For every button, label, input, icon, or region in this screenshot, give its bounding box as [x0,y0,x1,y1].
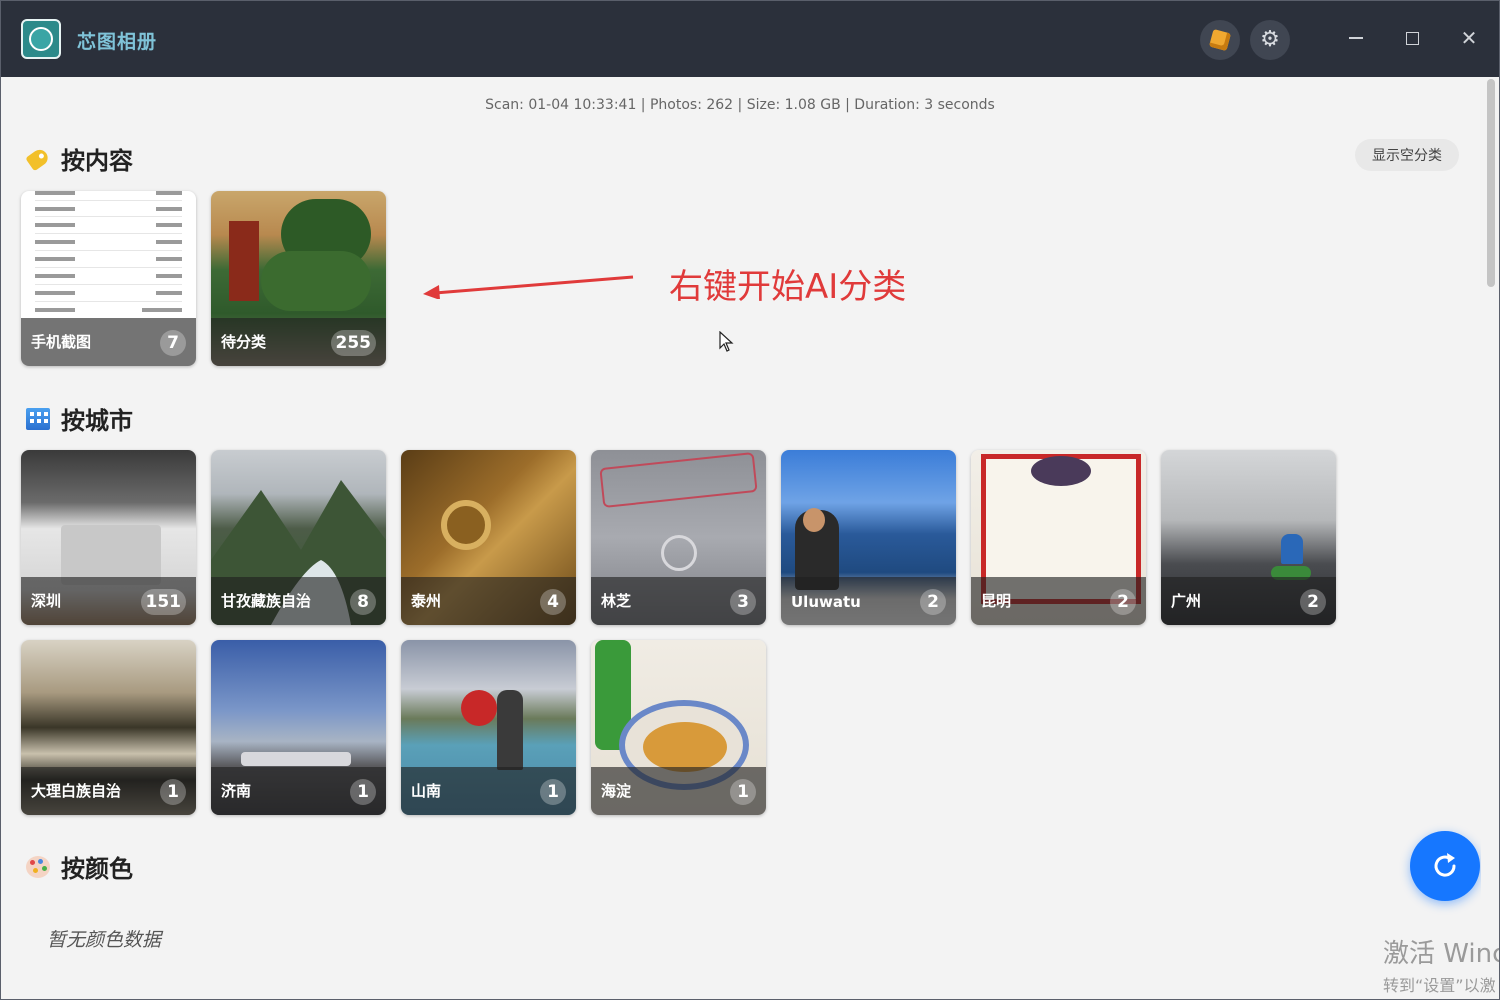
city-tile-ganzi[interactable]: 甘孜藏族自治 8 [211,450,386,625]
tile-name: 广州 [1171,592,1202,610]
mouse-cursor-icon [719,331,734,352]
city-tile-guangzhou[interactable]: 广州 2 [1161,450,1336,625]
tile-count: 1 [540,779,566,805]
app-window: 芯图相册 ⚙ ✕ Scan: 01-04 10:33:41 | Photos: … [0,0,1500,1000]
annotation-arrow [423,275,634,299]
section-color-title: 按颜色 [25,849,133,884]
tile-name: 昆明 [981,592,1012,610]
tile-name: 济南 [221,782,252,800]
settings-button[interactable]: ⚙ [1250,20,1290,60]
tile-name: 山南 [411,782,442,800]
tile-name: 甘孜藏族自治 [221,592,312,610]
city-tile-jinan[interactable]: 济南 1 [211,640,386,815]
section-color-label: 按颜色 [61,855,133,883]
tile-name: 海淀 [601,782,632,800]
city-icon [26,407,50,430]
refresh-icon [1434,853,1456,877]
show-empty-categories-button[interactable]: 显示空分类 [1355,139,1459,171]
tile-count: 4 [540,589,566,615]
tile-count: 2 [1110,589,1136,615]
tile-count: 3 [730,589,756,615]
scan-info: Scan: 01-04 10:33:41 | Photos: 262 | Siz… [485,97,995,113]
palette-icon [26,855,50,878]
package-button[interactable] [1200,20,1240,60]
close-button[interactable]: ✕ [1454,23,1484,53]
tile-count: 255 [330,330,376,356]
city-tile-linzhi[interactable]: 林芝 3 [591,450,766,625]
tile-count: 1 [350,779,376,805]
tile-count: 7 [160,330,186,356]
annotation-text: 右键开始AI分类 [669,267,907,307]
tile-count: 2 [920,589,946,615]
section-city-title: 按城市 [25,401,133,436]
refresh-button[interactable] [1410,831,1480,901]
city-tile-shannan[interactable]: 山南 1 [401,640,576,815]
minimize-button[interactable] [1341,23,1371,53]
gear-icon: ⚙ [1260,27,1280,52]
title-bar[interactable]: 芯图相册 ⚙ ✕ [1,1,1499,77]
content-tile-screenshot[interactable]: 手机截图 7 [21,191,196,366]
tile-name: 泰州 [411,592,442,610]
scrollbar-thumb[interactable] [1487,79,1495,287]
city-tile-taizhou[interactable]: 泰州 4 [401,450,576,625]
tile-count: 151 [140,589,186,615]
section-content-title: 按内容 [25,141,133,176]
city-tile-uluwatu[interactable]: Uluwatu 2 [781,450,956,625]
content-tile-unclassified[interactable]: 待分类 255 [211,191,386,366]
minimize-icon [1349,37,1363,39]
city-tile-dali[interactable]: 大理白族自治 1 [21,640,196,815]
maximize-button[interactable] [1397,23,1427,53]
tile-count: 1 [160,779,186,805]
app-title: 芯图相册 [77,31,158,53]
section-city-label: 按城市 [61,407,133,435]
tile-name: Uluwatu [791,593,861,611]
tile-name: 手机截图 [31,333,92,351]
empty-color-message: 暂无颜色数据 [47,929,162,951]
tile-count: 1 [730,779,756,805]
tag-icon [25,146,51,171]
app-logo [21,19,61,59]
close-icon: ✕ [1460,26,1478,50]
city-tile-kunming[interactable]: 昆明 2 [971,450,1146,625]
tile-name: 林芝 [601,592,632,610]
tile-count: 8 [350,589,376,615]
activation-watermark: 激活 Winc 转到“设置”以激 [1383,939,1500,995]
city-tile-haidian[interactable]: 海淀 1 [591,640,766,815]
package-icon [1208,28,1232,52]
maximize-icon [1405,31,1419,45]
tile-name: 深圳 [31,592,62,610]
tile-count: 2 [1300,589,1326,615]
city-tile-shenzhen[interactable]: 深圳 151 [21,450,196,625]
tile-name: 待分类 [221,333,267,351]
section-content-label: 按内容 [61,147,133,175]
tile-name: 大理白族自治 [31,782,122,800]
